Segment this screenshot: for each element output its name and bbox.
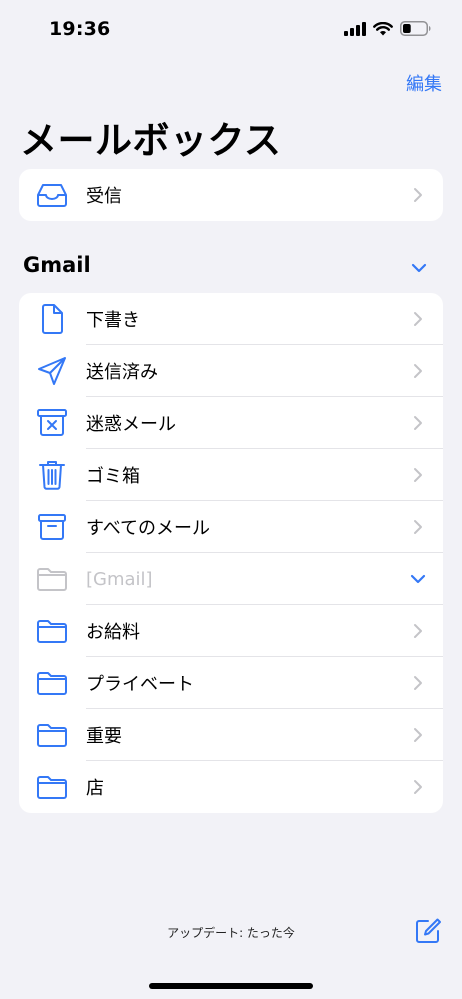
battery-icon — [400, 21, 431, 36]
folder-icon — [36, 667, 68, 699]
chevron-right-icon — [414, 520, 422, 534]
cellular-signal-icon — [344, 21, 366, 36]
chevron-right-icon — [414, 364, 422, 378]
mailbox-row-all-mail[interactable]: すべてのメール — [19, 501, 443, 553]
page-title: メールボックス — [20, 119, 282, 162]
mailbox-label: [Gmail] — [86, 568, 153, 590]
status-bar: 19:36 — [0, 0, 462, 60]
mailbox-label: プライベート — [86, 674, 194, 695]
mailbox-row-private[interactable]: プライベート — [19, 657, 443, 709]
chevron-right-icon — [414, 624, 422, 638]
mailbox-row-sent[interactable]: 送信済み — [19, 345, 443, 397]
junk-bin-icon — [36, 407, 68, 439]
mailbox-label: 店 — [86, 778, 104, 799]
document-icon — [36, 303, 68, 335]
mailbox-label: すべてのメール — [86, 518, 211, 539]
paper-plane-icon — [36, 355, 68, 387]
compose-icon[interactable] — [414, 917, 442, 945]
gmail-section-header: Gmail — [23, 253, 433, 283]
trash-icon — [36, 459, 68, 491]
wifi-icon — [373, 21, 393, 35]
archive-box-icon — [36, 511, 68, 543]
mailbox-label: 下書き — [86, 310, 140, 331]
chevron-right-icon — [414, 312, 422, 326]
mailbox-label: 迷惑メール — [86, 414, 176, 435]
chevron-right-icon — [414, 780, 422, 794]
folder-icon — [36, 615, 68, 647]
mailbox-row-inbox[interactable]: 受信 — [19, 169, 443, 221]
chevron-down-icon[interactable] — [411, 262, 427, 274]
folder-icon — [36, 771, 68, 803]
mailbox-label: お給料 — [86, 622, 140, 643]
mailbox-row-trash[interactable]: ゴミ箱 — [19, 449, 443, 501]
chevron-down-icon[interactable] — [410, 573, 426, 585]
chevron-right-icon — [414, 676, 422, 690]
mailbox-row-drafts[interactable]: 下書き — [19, 293, 443, 345]
inbox-card: 受信 — [19, 169, 443, 221]
chevron-right-icon — [414, 468, 422, 482]
mailbox-row-junk[interactable]: 迷惑メール — [19, 397, 443, 449]
section-title: Gmail — [23, 253, 91, 277]
mailbox-row-shop[interactable]: 店 — [19, 761, 443, 813]
folder-icon — [36, 563, 68, 595]
mailbox-label: 受信 — [86, 186, 122, 207]
folder-icon — [36, 719, 68, 751]
edit-button[interactable]: 編集 — [406, 70, 442, 96]
mailbox-row-important[interactable]: 重要 — [19, 709, 443, 761]
status-icons — [344, 21, 432, 36]
mailbox-label: 重要 — [86, 726, 122, 747]
status-time: 19:36 — [49, 18, 111, 40]
gmail-mailboxes-card: 下書き 送信済み 迷惑メール ゴミ箱 すべてのメール [Gmail] お給料 プ… — [19, 293, 443, 813]
inbox-tray-icon — [36, 179, 68, 211]
chevron-right-icon — [414, 188, 422, 202]
home-indicator — [149, 983, 313, 989]
mailbox-row-salary[interactable]: お給料 — [19, 605, 443, 657]
update-status: アップデート: たった今 — [167, 926, 295, 940]
mailbox-label: ゴミ箱 — [86, 466, 140, 487]
chevron-right-icon — [414, 728, 422, 742]
chevron-right-icon — [414, 416, 422, 430]
mailbox-row-gmail-folder[interactable]: [Gmail] — [19, 553, 443, 605]
mailbox-label: 送信済み — [86, 362, 158, 383]
